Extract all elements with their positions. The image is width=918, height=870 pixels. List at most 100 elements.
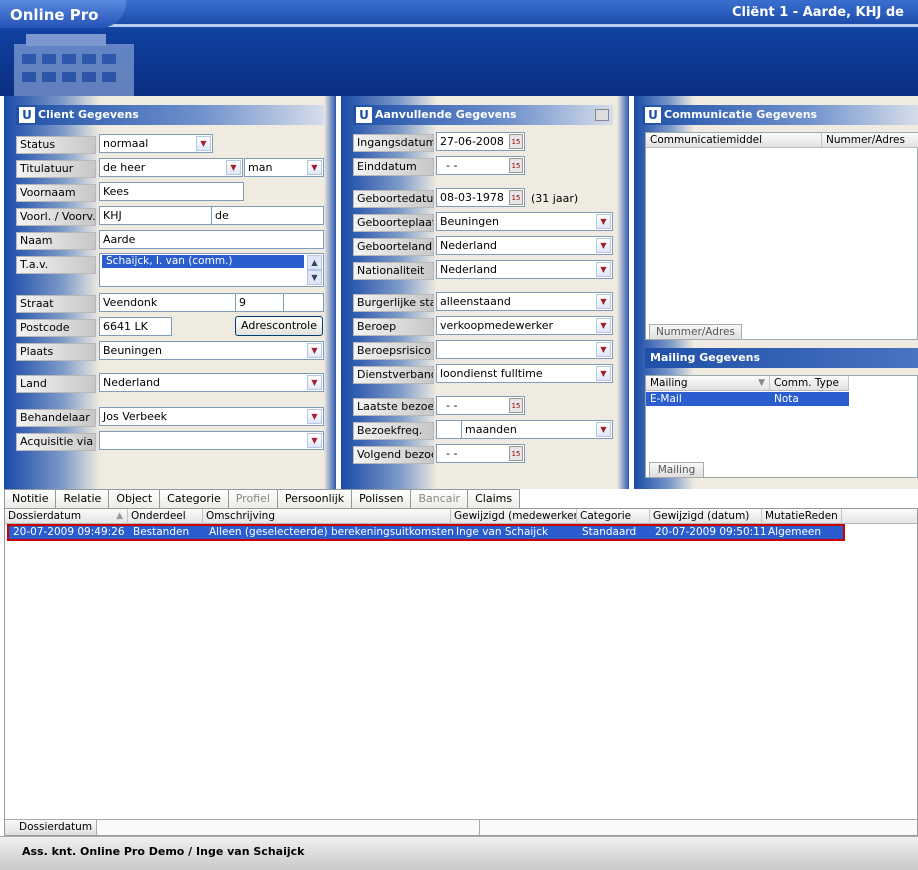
comm-col-middel[interactable]: Communicatiemiddel [646, 133, 822, 148]
adrescontrole-button[interactable]: Adrescontrole [235, 316, 323, 336]
voornaam-input[interactable]: Kees [99, 182, 244, 201]
cell-onderdeel: Bestanden [133, 526, 190, 538]
naam-input[interactable]: Aarde [99, 230, 324, 249]
chevron-down-icon[interactable]: ▼ [307, 433, 322, 448]
bezoekfreq-unit-select[interactable]: maanden ▼ [461, 420, 613, 439]
tab-polissen[interactable]: Polissen [351, 489, 412, 508]
app-header: Online Pro Cliënt 1 - Aarde, KHJ de [0, 0, 918, 96]
toevoeging-input[interactable] [283, 293, 324, 312]
mailing-col-type[interactable]: Comm. Type [770, 376, 849, 391]
chevron-down-icon[interactable]: ▼ [596, 422, 611, 437]
behandelaar-select[interactable]: Jos Verbeek ▼ [99, 407, 324, 426]
tab-claims[interactable]: Claims [467, 489, 521, 508]
col-onderdeel[interactable]: Onderdeel [128, 509, 203, 524]
chevron-down-icon[interactable]: ▼ [596, 318, 611, 333]
mailing-row-type[interactable]: Nota [770, 392, 849, 406]
voorletters-label: Voorl. / Voorv. [16, 208, 96, 226]
chevron-down-icon[interactable]: ▼ [307, 160, 322, 175]
calendar-icon[interactable]: 15 [509, 158, 523, 173]
table-row[interactable]: 20-07-2009 09:49:26 Bestanden Alleen (ge… [7, 524, 845, 541]
client-panel-title: U Client Gegevens [16, 105, 324, 125]
tav-list-item[interactable]: Schaijck, I. van (comm.) [102, 255, 304, 268]
tab-persoonlijk[interactable]: Persoonlijk [276, 489, 353, 508]
col-mutatiereden[interactable]: MutatieReden [762, 509, 842, 524]
cell-categorie: Standaard [582, 526, 637, 538]
comm-list[interactable]: Communicatiemiddel Nummer/Adres [645, 132, 918, 340]
chevron-down-icon[interactable]: ▼ [226, 160, 241, 175]
chevron-down-icon[interactable]: ▼ [596, 366, 611, 381]
tab-object[interactable]: Object [108, 489, 161, 508]
scroll-up-icon[interactable]: ▲ [307, 255, 322, 270]
land-select[interactable]: Nederland ▼ [99, 373, 324, 392]
sort-down-icon: ▼ [758, 378, 765, 388]
nationaliteit-select[interactable]: Nederland ▼ [436, 260, 613, 279]
geboortedatum-input[interactable]: 08-03-1978 15 [436, 188, 525, 207]
laatste-bezoek-label: Laatste bezoek [353, 398, 434, 416]
calendar-icon[interactable]: 15 [509, 134, 523, 149]
einddatum-input[interactable]: - -15 [436, 156, 525, 175]
dienstverband-label: Dienstverband [353, 366, 434, 384]
straat-input[interactable]: Veendonk [99, 293, 236, 312]
burgerlijke-staat-select[interactable]: alleenstaand ▼ [436, 292, 613, 311]
tab-profiel[interactable]: Profiel [227, 489, 278, 508]
mailing-row-mailing[interactable]: E-Mail [646, 392, 770, 406]
bezoekfreq-input[interactable] [436, 420, 462, 439]
col-gewijzigd-datum[interactable]: Gewijzigd (datum) [650, 509, 762, 524]
office-building-image [14, 34, 134, 96]
gender-select[interactable]: man ▼ [244, 158, 324, 177]
huisnummer-input[interactable]: 9 [235, 293, 284, 312]
plaats-select[interactable]: Beuningen ▼ [99, 341, 324, 360]
col-dossierdatum[interactable]: Dossierdatum ▲ [5, 509, 128, 524]
tav-listbox[interactable]: Schaijck, I. van (comm.) ▲ ▼ [99, 253, 324, 287]
status-select[interactable]: normaal ▼ [99, 134, 213, 153]
chevron-down-icon[interactable]: ▼ [596, 342, 611, 357]
chevron-down-icon[interactable]: ▼ [307, 343, 322, 358]
grid-footer-dossierdatum[interactable]: Dossierdatum [5, 820, 97, 835]
beroepsrisico-select[interactable]: ▼ [436, 340, 613, 359]
geboorteland-label: Geboorteland [353, 238, 434, 256]
tab-bancair[interactable]: Bancair [410, 489, 469, 508]
comm-footer-nummer[interactable]: Nummer/Adres [649, 324, 742, 340]
dienstverband-select[interactable]: loondienst fulltime ▼ [436, 364, 613, 383]
scroll-down-icon[interactable]: ▼ [307, 270, 322, 285]
tab-categorie[interactable]: Categorie [159, 489, 229, 508]
chevron-down-icon[interactable]: ▼ [307, 375, 322, 390]
chevron-down-icon[interactable]: ▼ [596, 262, 611, 277]
tab-notitie[interactable]: Notitie [4, 489, 57, 508]
ingangsdatum-input[interactable]: 27-06-2008 15 [436, 132, 525, 151]
calendar-icon[interactable]: 15 [509, 398, 523, 413]
dossier-grid[interactable]: Dossierdatum ▲ Onderdeel Omschrijving Gew… [4, 508, 918, 836]
detail-tabs: Notitie Relatie Object Categorie Profiel… [4, 489, 521, 508]
panel-collapse-icon[interactable] [595, 109, 609, 121]
chevron-down-icon[interactable]: ▼ [307, 409, 322, 424]
calendar-icon[interactable]: 15 [509, 190, 523, 205]
acquisitie-label: Acquisitie via [16, 433, 96, 451]
cell-gewijzigd-medewerker: Inge van Schaijck [456, 526, 549, 538]
tab-relatie[interactable]: Relatie [55, 489, 110, 508]
titulatuur-select[interactable]: de heer ▼ [99, 158, 243, 177]
col-gewijzigd-medewerker[interactable]: Gewijzigd (medewerker) [451, 509, 577, 524]
mailing-footer[interactable]: Mailing [649, 462, 704, 478]
acquisitie-select[interactable]: ▼ [99, 431, 324, 450]
calendar-icon[interactable]: 15 [509, 446, 523, 461]
einddatum-label: Einddatum [353, 158, 434, 176]
status-bar: Ass. knt. Online Pro Demo / Inge van Sch… [0, 836, 918, 870]
app-name: Online Pro [0, 0, 127, 28]
beroep-select[interactable]: verkoopmedewerker ▼ [436, 316, 613, 335]
volgend-bezoek-input[interactable]: - -15 [436, 444, 525, 463]
mailing-col-mailing[interactable]: Mailing ▼ [646, 376, 770, 391]
chevron-down-icon[interactable]: ▼ [596, 238, 611, 253]
voorvoegsel-input[interactable]: de [211, 206, 324, 225]
col-omschrijving[interactable]: Omschrijving [203, 509, 451, 524]
voorletters-input[interactable]: KHJ [99, 206, 212, 225]
chevron-down-icon[interactable]: ▼ [596, 214, 611, 229]
chevron-down-icon[interactable]: ▼ [196, 136, 211, 151]
geboorteplaats-select[interactable]: Beuningen ▼ [436, 212, 613, 231]
laatste-bezoek-input[interactable]: - -15 [436, 396, 525, 415]
chevron-down-icon[interactable]: ▼ [596, 294, 611, 309]
burgerlijke-staat-label: Burgerlijke staat [353, 294, 434, 312]
postcode-input[interactable]: 6641 LK [99, 317, 172, 336]
col-categorie[interactable]: Categorie [577, 509, 650, 524]
comm-col-nummer[interactable]: Nummer/Adres [822, 133, 918, 148]
geboorteland-select[interactable]: Nederland ▼ [436, 236, 613, 255]
